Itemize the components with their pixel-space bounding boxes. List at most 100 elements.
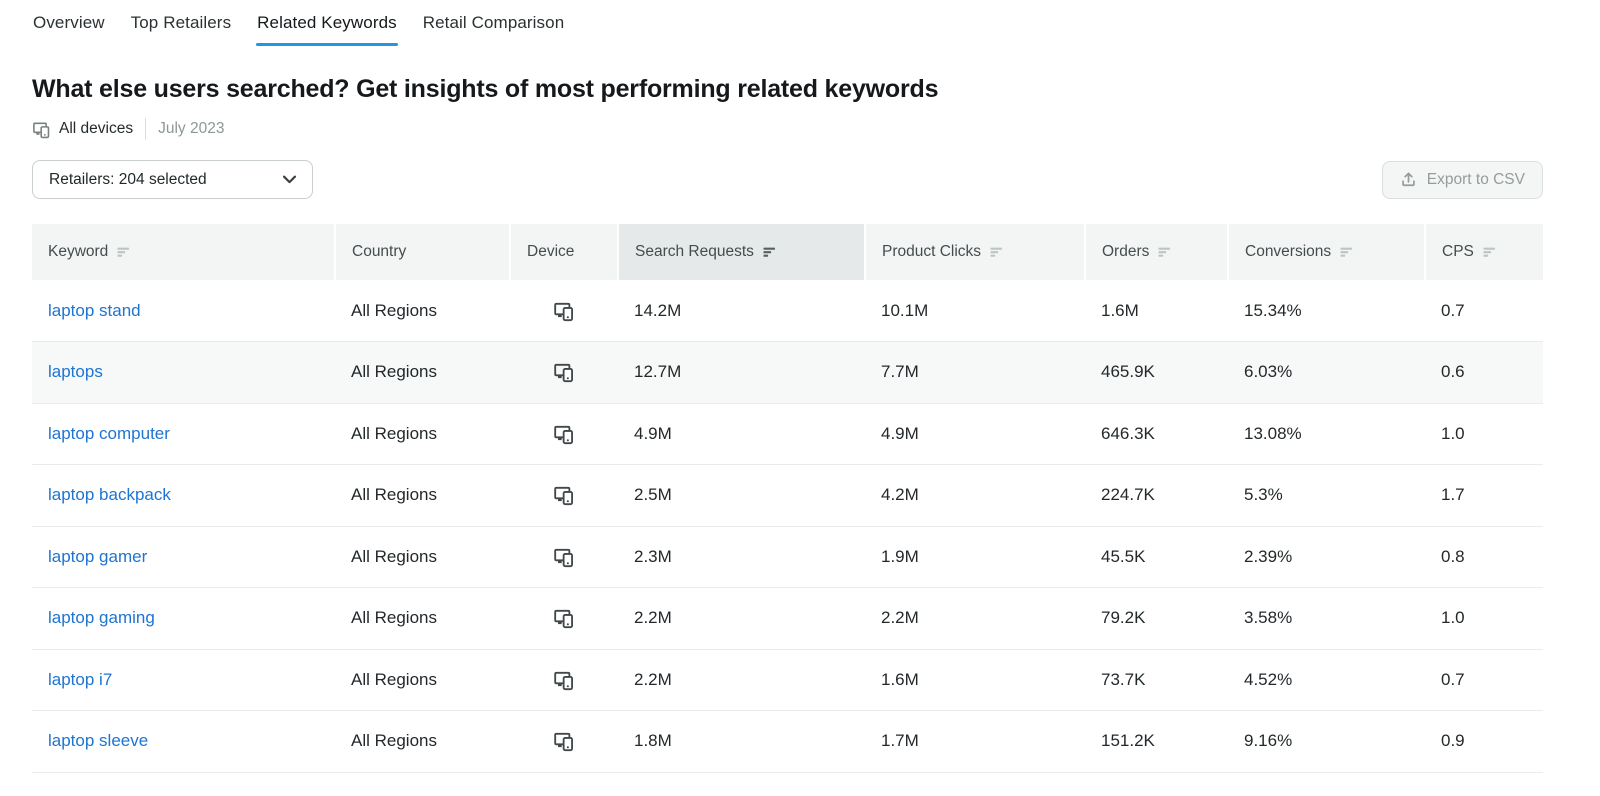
all-devices-icon (32, 120, 51, 139)
conversions-cell: 13.08% (1228, 403, 1425, 465)
search-requests-cell: 2.5M (618, 465, 865, 527)
column-label: Device (527, 243, 574, 261)
device-cell (510, 526, 618, 588)
device-cell (510, 342, 618, 404)
tab-related-keywords[interactable]: Related Keywords (256, 13, 398, 46)
product-clicks-cell: 1.6M (865, 649, 1085, 711)
all-devices-icon (553, 423, 575, 445)
country-cell: All Regions (335, 526, 510, 588)
sort-icon (1483, 245, 1497, 259)
device-cell (510, 280, 618, 342)
conversions-cell: 3.58% (1228, 588, 1425, 650)
all-devices-icon (553, 300, 575, 322)
cps-cell: 1.0 (1425, 588, 1543, 650)
related-keywords-table: Keyword Country Device Search Requests P… (32, 224, 1543, 773)
search-requests-cell: 1.8M (618, 711, 865, 773)
table-row: laptop i7 All Regions 2.2M 1.6M 73.7K 4.… (32, 649, 1543, 711)
keyword-link[interactable]: laptop gamer (48, 547, 147, 566)
sort-icon (1340, 245, 1354, 259)
product-clicks-cell: 4.2M (865, 465, 1085, 527)
cps-cell: 0.7 (1425, 649, 1543, 711)
product-clicks-cell: 7.7M (865, 342, 1085, 404)
retailers-dropdown[interactable]: Retailers: 204 selected (32, 160, 313, 199)
keyword-link[interactable]: laptop backpack (48, 485, 171, 504)
page-title: What else users searched? Get insights o… (32, 75, 1543, 104)
orders-cell: 465.9K (1085, 342, 1228, 404)
table-row: laptop gamer All Regions 2.3M 1.9M 45.5K… (32, 526, 1543, 588)
sort-icon (990, 245, 1004, 259)
tab-overview[interactable]: Overview (32, 13, 106, 46)
device-cell (510, 465, 618, 527)
all-devices-icon (553, 607, 575, 629)
device-filter-text: All devices (59, 120, 133, 138)
column-label: Product Clicks (882, 243, 981, 261)
export-icon (1400, 171, 1417, 188)
tab-retail-comparison[interactable]: Retail Comparison (422, 13, 566, 46)
keyword-link[interactable]: laptop stand (48, 301, 141, 320)
keyword-link[interactable]: laptop computer (48, 424, 170, 443)
orders-cell: 646.3K (1085, 403, 1228, 465)
sort-icon (1158, 245, 1172, 259)
product-clicks-cell: 1.7M (865, 711, 1085, 773)
table-row: laptop sleeve All Regions 1.8M 1.7M 151.… (32, 711, 1543, 773)
search-requests-cell: 2.2M (618, 588, 865, 650)
chevron-down-icon (283, 175, 296, 184)
column-label: CPS (1442, 243, 1474, 261)
column-header-search-requests[interactable]: Search Requests (618, 224, 865, 280)
table-header-row: Keyword Country Device Search Requests P… (32, 224, 1543, 280)
related-keywords-page: Overview Top Retailers Related Keywords … (32, 0, 1543, 773)
sort-icon (117, 245, 131, 259)
search-requests-cell: 14.2M (618, 280, 865, 342)
column-header-product-clicks[interactable]: Product Clicks (865, 224, 1085, 280)
filters-summary: All devices July 2023 (32, 118, 1543, 140)
cps-cell: 0.8 (1425, 526, 1543, 588)
conversions-cell: 6.03% (1228, 342, 1425, 404)
device-cell (510, 649, 618, 711)
conversions-cell: 2.39% (1228, 526, 1425, 588)
keyword-link[interactable]: laptop i7 (48, 670, 112, 689)
column-label: Conversions (1245, 243, 1331, 261)
keyword-link[interactable]: laptops (48, 362, 103, 381)
device-filter-label: All devices (32, 120, 133, 139)
divider (145, 118, 146, 140)
keyword-link[interactable]: laptop gaming (48, 608, 155, 627)
cps-cell: 1.0 (1425, 403, 1543, 465)
product-clicks-cell: 4.9M (865, 403, 1085, 465)
search-requests-cell: 4.9M (618, 403, 865, 465)
column-header-country[interactable]: Country (335, 224, 510, 280)
country-cell: All Regions (335, 588, 510, 650)
export-csv-button[interactable]: Export to CSV (1382, 161, 1543, 199)
column-header-orders[interactable]: Orders (1085, 224, 1228, 280)
all-devices-icon (553, 546, 575, 568)
device-cell (510, 403, 618, 465)
conversions-cell: 4.52% (1228, 649, 1425, 711)
all-devices-icon (553, 484, 575, 506)
table-row: laptop gaming All Regions 2.2M 2.2M 79.2… (32, 588, 1543, 650)
country-cell: All Regions (335, 711, 510, 773)
tab-top-retailers[interactable]: Top Retailers (130, 13, 233, 46)
orders-cell: 1.6M (1085, 280, 1228, 342)
column-header-keyword[interactable]: Keyword (32, 224, 335, 280)
device-cell (510, 588, 618, 650)
all-devices-icon (553, 730, 575, 752)
product-clicks-cell: 1.9M (865, 526, 1085, 588)
tab-bar: Overview Top Retailers Related Keywords … (32, 0, 1543, 46)
conversions-cell: 5.3% (1228, 465, 1425, 527)
all-devices-icon (553, 669, 575, 691)
conversions-cell: 9.16% (1228, 711, 1425, 773)
orders-cell: 151.2K (1085, 711, 1228, 773)
orders-cell: 79.2K (1085, 588, 1228, 650)
retailers-dropdown-value: Retailers: 204 selected (49, 171, 207, 189)
table-row: laptop computer All Regions 4.9M 4.9M 64… (32, 403, 1543, 465)
country-cell: All Regions (335, 465, 510, 527)
keyword-link[interactable]: laptop sleeve (48, 731, 148, 750)
column-label: Orders (1102, 243, 1149, 261)
all-devices-icon (553, 361, 575, 383)
column-header-cps[interactable]: CPS (1425, 224, 1543, 280)
column-header-conversions[interactable]: Conversions (1228, 224, 1425, 280)
country-cell: All Regions (335, 342, 510, 404)
table-row: laptop stand All Regions 14.2M 10.1M 1.6… (32, 280, 1543, 342)
conversions-cell: 15.34% (1228, 280, 1425, 342)
column-header-device[interactable]: Device (510, 224, 618, 280)
column-label: Search Requests (635, 243, 754, 261)
